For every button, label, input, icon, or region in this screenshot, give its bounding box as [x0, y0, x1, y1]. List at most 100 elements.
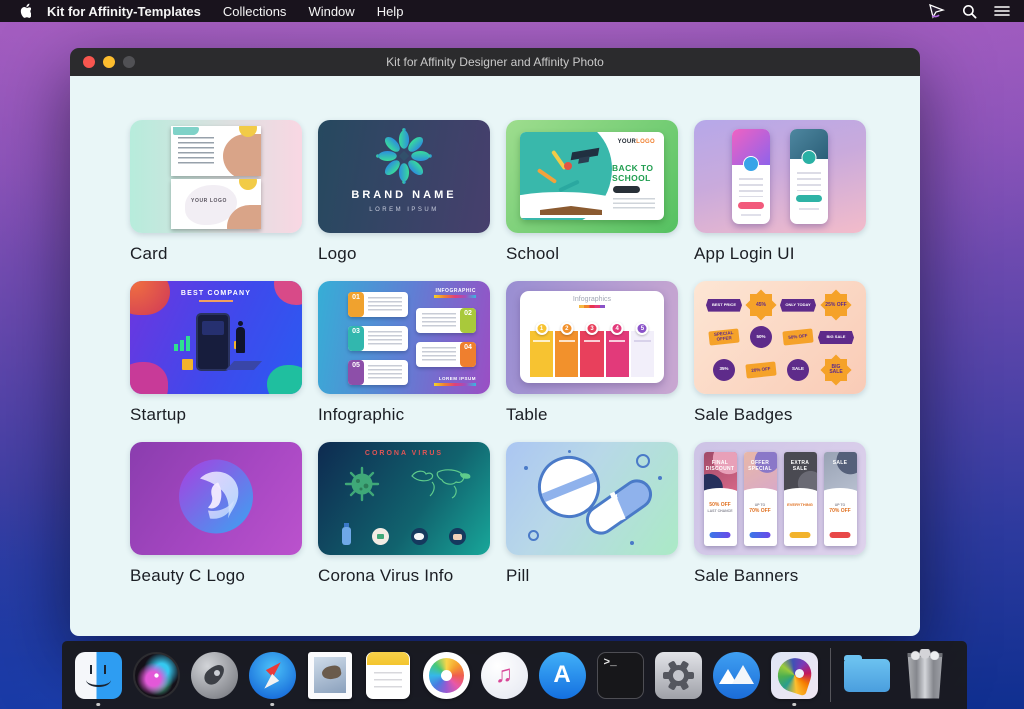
sale-badge: 50%: [750, 326, 772, 348]
dock-launchpad[interactable]: [188, 643, 240, 707]
template-thumbnail-app-login-ui[interactable]: [694, 120, 866, 233]
deco-dot: [568, 450, 571, 453]
template-thumbnail-school[interactable]: YOURLOGO BACK TO SCHOOL: [506, 120, 678, 233]
tablet-mockup: Infographics 1 2 3 4 5: [520, 291, 664, 383]
deco-dot: [658, 476, 662, 480]
template-thumbnail-corona-virus-info[interactable]: CORONA VIRUS: [318, 442, 490, 555]
menu-app-name[interactable]: Kit for Affinity-Templates: [47, 4, 201, 19]
brand-tagline-text: LOREM IPSUM: [318, 207, 490, 213]
dock-app-store[interactable]: A: [536, 643, 588, 707]
flower-mandala-icon: [375, 127, 433, 190]
deco-dot: [630, 541, 634, 545]
notification-list-icon[interactable]: [994, 5, 1010, 17]
crumpled-paper: [909, 649, 941, 660]
menu-window[interactable]: Window: [308, 4, 354, 19]
dock-terminal[interactable]: [594, 643, 646, 707]
window-titlebar[interactable]: Kit for Affinity Designer and Affinity P…: [70, 48, 920, 76]
template-thumbnail-beauty-c-logo[interactable]: [130, 442, 302, 555]
prevention-icons-row: [342, 527, 466, 545]
dock-trash[interactable]: [899, 643, 951, 707]
apple-menu-icon[interactable]: [18, 3, 31, 19]
window-content: YOUR LOGO Card BRAND NAME LOREM IPSUM Lo…: [70, 76, 920, 636]
template-cell-pill: Pill: [506, 442, 678, 586]
dock-app-cleaner[interactable]: [710, 643, 762, 707]
infographic-title: INFOGRAPHIC: [436, 288, 477, 294]
apple-fruit-icon: [564, 162, 572, 170]
table-column: 2: [555, 331, 578, 377]
template-label: App Login UI: [694, 244, 866, 264]
trash-full-icon: [906, 652, 944, 699]
template-label: School: [506, 244, 678, 264]
cta-button: [613, 186, 640, 193]
template-thumbnail-sale-banners[interactable]: FINAL DISCOUNT 50% OFFLAST CHANCE OFFER …: [694, 442, 866, 555]
phone-screen: [202, 321, 224, 335]
template-cell-logo: BRAND NAME LOREM IPSUM Logo: [318, 120, 490, 264]
banner-art: [704, 452, 737, 494]
table-column: 1: [530, 331, 553, 377]
template-label: Card: [130, 244, 302, 264]
floor-pad: [226, 361, 262, 370]
deco-circle: [528, 530, 539, 541]
template-thumbnail-card[interactable]: YOUR LOGO: [130, 120, 302, 233]
dock-folder[interactable]: [841, 643, 893, 707]
deco-blob: [267, 365, 302, 394]
menu-help[interactable]: Help: [377, 4, 404, 19]
woman-face-logo-icon: [178, 458, 254, 539]
banner-button: [710, 532, 731, 538]
template-label: Sale Banners: [694, 566, 866, 586]
avatar: [743, 156, 759, 172]
template-thumbnail-pill[interactable]: [506, 442, 678, 555]
close-button[interactable]: [83, 56, 95, 68]
zoom-button-disabled: [123, 56, 135, 68]
dock-notes[interactable]: [362, 643, 414, 707]
notes-icon: [366, 652, 410, 699]
dock-finder[interactable]: [72, 643, 124, 707]
sale-badge: SPECIAL OFFER: [708, 329, 739, 346]
person-figure: [236, 327, 245, 353]
safari-compass-icon: [249, 652, 296, 699]
dock-system-preferences[interactable]: [652, 643, 704, 707]
photos-flower-icon: [423, 652, 470, 699]
search-icon[interactable]: [962, 4, 977, 19]
template-label: Beauty C Logo: [130, 566, 302, 586]
sale-badge: 20% OFF: [745, 361, 776, 378]
app-store-icon: A: [539, 652, 586, 699]
template-thumbnail-table[interactable]: Infographics 1 2 3 4 5: [506, 281, 678, 394]
dock-mail[interactable]: [304, 643, 356, 707]
pointer-icon[interactable]: [928, 4, 945, 19]
table-column: 4: [606, 331, 629, 377]
deco-cube: [182, 359, 193, 370]
text-lines: [178, 137, 214, 165]
window-title: Kit for Affinity Designer and Affinity P…: [386, 55, 604, 69]
dock-kit-for-affinity[interactable]: [768, 643, 820, 707]
text-lines: [422, 347, 456, 363]
deco-blob: [239, 179, 257, 190]
mountain-app-icon: [713, 652, 760, 699]
template-label: Infographic: [318, 405, 490, 425]
dock-siri[interactable]: [130, 643, 182, 707]
running-indicator: [96, 703, 100, 707]
template-thumbnail-infographic[interactable]: INFOGRAPHIC 01 02 03 04 05 LOREM IPSUM: [318, 281, 490, 394]
template-thumbnail-logo[interactable]: BRAND NAME LOREM IPSUM: [318, 120, 490, 233]
deco-dot: [524, 466, 528, 470]
company-heading: BEST COMPANY: [130, 290, 302, 297]
menu-collections[interactable]: Collections: [223, 4, 287, 19]
template-label: Sale Badges: [694, 405, 866, 425]
table-columns: 1 2 3 4 5: [530, 331, 654, 377]
template-label: Table: [506, 405, 678, 425]
minimize-button[interactable]: [103, 56, 115, 68]
app-window: Kit for Affinity Designer and Affinity P…: [70, 48, 920, 636]
step-card: 03: [348, 326, 408, 351]
template-thumbnail-startup[interactable]: BEST COMPANY: [130, 281, 302, 394]
template-thumbnail-sale-badges[interactable]: BEST PRICE 45% ONLY TODAY 25% OFF SPECIA…: [694, 281, 866, 394]
dock-safari[interactable]: [246, 643, 298, 707]
deco-blob: [130, 281, 170, 315]
sale-badge: 45%: [750, 294, 772, 316]
dock-itunes[interactable]: ♫: [478, 643, 530, 707]
deco-blob: [130, 362, 168, 394]
dock-photos[interactable]: [420, 643, 472, 707]
banner-button: [750, 532, 771, 538]
sale-badge: BIG SALE: [825, 359, 847, 381]
landing-page-mockup: YOURLOGO BACK TO SCHOOL: [520, 132, 664, 220]
handshake-icon: [372, 528, 389, 545]
